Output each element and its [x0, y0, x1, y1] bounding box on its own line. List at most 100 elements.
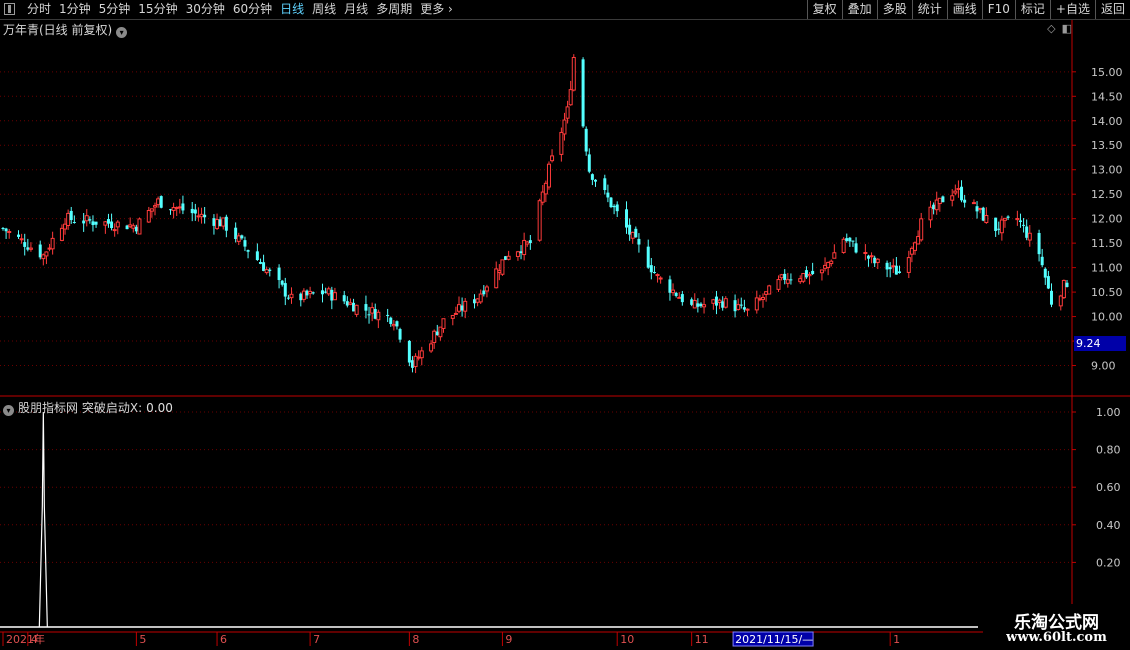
indicator-value: 0.00 — [146, 401, 173, 415]
time-label: 6 — [220, 633, 227, 646]
candle-body — [153, 205, 157, 208]
candle-body — [702, 304, 707, 308]
candle-body — [262, 262, 266, 271]
period-tab-4[interactable]: 30分钟 — [186, 0, 225, 19]
candle-body — [742, 307, 746, 310]
candle-body — [649, 265, 653, 273]
candle-body — [677, 296, 682, 299]
time-label: 7 — [313, 633, 320, 646]
candle-body — [668, 279, 672, 293]
candle-body — [807, 273, 812, 277]
candle-body — [767, 285, 772, 295]
candle-body — [885, 262, 889, 270]
period-tab-5[interactable]: 60分钟 — [233, 0, 272, 19]
candle-body — [634, 228, 638, 238]
candle-body — [438, 326, 443, 338]
period-tab-10[interactable]: 更多 › — [420, 0, 453, 19]
tool-button-0[interactable]: 复权 — [806, 0, 842, 19]
candle-body — [1046, 276, 1050, 289]
candle-body — [38, 244, 42, 258]
candle-body — [637, 238, 641, 245]
candle-body — [785, 279, 790, 284]
candle-body — [1027, 232, 1032, 241]
candle-body — [460, 305, 464, 311]
period-tab-9[interactable]: 多周期 — [376, 0, 412, 19]
tool-button-5[interactable]: F10 — [981, 0, 1015, 19]
candle-body — [91, 221, 95, 226]
candle-body — [1058, 295, 1063, 307]
candle-body — [723, 298, 728, 308]
candle-body — [593, 179, 597, 182]
tool-button-4[interactable]: 画线 — [946, 0, 982, 19]
menu-icon[interactable] — [4, 3, 15, 15]
candle-body — [174, 206, 179, 209]
candle-body — [916, 236, 921, 245]
period-tab-8[interactable]: 月线 — [344, 0, 368, 19]
candle-body — [221, 217, 226, 227]
candle-body — [721, 301, 725, 308]
candle-body — [1, 228, 5, 230]
candle-body — [863, 251, 868, 254]
period-tab-7[interactable]: 周线 — [312, 0, 336, 19]
candle-body — [110, 221, 114, 229]
candle-body — [851, 240, 855, 242]
candle-body — [919, 218, 924, 241]
candle-body — [971, 202, 976, 205]
candle-body — [888, 267, 892, 270]
tool-button-7[interactable]: +自选 — [1049, 0, 1095, 19]
candle-body — [264, 269, 269, 274]
chevron-down-icon[interactable]: ▾ — [3, 405, 14, 416]
candle-body — [370, 307, 375, 314]
candle-body — [171, 207, 176, 211]
indicator-name: 突破启动X — [81, 401, 139, 415]
candle-body — [236, 235, 241, 242]
candle-body — [72, 221, 76, 223]
candle-body — [745, 308, 750, 311]
candle-body — [932, 204, 936, 210]
candle-body — [280, 280, 284, 285]
candle-body — [764, 291, 769, 295]
stock-title: 万年青(日线 前复权) ▾ — [3, 21, 128, 38]
period-tab-3[interactable]: 15分钟 — [138, 0, 177, 19]
period-tab-0[interactable]: 分时 — [27, 0, 51, 19]
candle-body — [224, 216, 228, 231]
candle-body — [453, 312, 458, 315]
price-tick-label: 15.00 — [1091, 66, 1123, 79]
indicator-grid — [0, 411, 1072, 563]
candle-body — [169, 209, 173, 211]
candle-body — [692, 300, 697, 309]
kline-chart[interactable]: 9.009.5010.0010.5011.0011.5012.0012.5013… — [0, 0, 1130, 650]
candle-body — [568, 89, 573, 106]
candle-body — [17, 234, 21, 237]
tool-button-8[interactable]: 返回 — [1094, 0, 1130, 19]
candle-body — [305, 290, 309, 296]
candle-body — [134, 226, 138, 232]
candle-body — [283, 283, 287, 297]
diamond-icon[interactable]: ◇ — [1047, 22, 1055, 35]
candle-body — [1002, 217, 1007, 221]
price-tick-label: 11.50 — [1091, 237, 1123, 250]
candle-body — [352, 302, 356, 312]
candle-body — [28, 247, 33, 250]
candle-body — [906, 257, 911, 273]
panel-icons: ◇ ◧ — [1041, 22, 1072, 35]
candle-body — [565, 106, 570, 119]
period-tab-6[interactable]: 日线 — [280, 0, 304, 19]
period-tab-2[interactable]: 5分钟 — [99, 0, 131, 19]
panel-toggle-icon[interactable]: ◧ — [1062, 22, 1072, 35]
time-label: 8 — [412, 633, 419, 646]
candle-body — [376, 311, 381, 321]
candle-body — [311, 292, 315, 294]
cursor-date-label: 2021/11/15/— — [735, 633, 813, 646]
tool-button-3[interactable]: 统计 — [911, 0, 947, 19]
tool-button-2[interactable]: 多股 — [876, 0, 912, 19]
tool-button-1[interactable]: 叠加 — [841, 0, 877, 19]
tool-button-6[interactable]: 标记 — [1014, 0, 1050, 19]
candle-body — [159, 196, 163, 208]
candle-body — [999, 219, 1004, 234]
candle-body — [960, 186, 964, 201]
candle-body — [398, 329, 402, 340]
price-tick-label: 14.50 — [1091, 90, 1123, 103]
chevron-down-icon[interactable]: ▾ — [116, 27, 128, 38]
period-tab-1[interactable]: 1分钟 — [59, 0, 91, 19]
